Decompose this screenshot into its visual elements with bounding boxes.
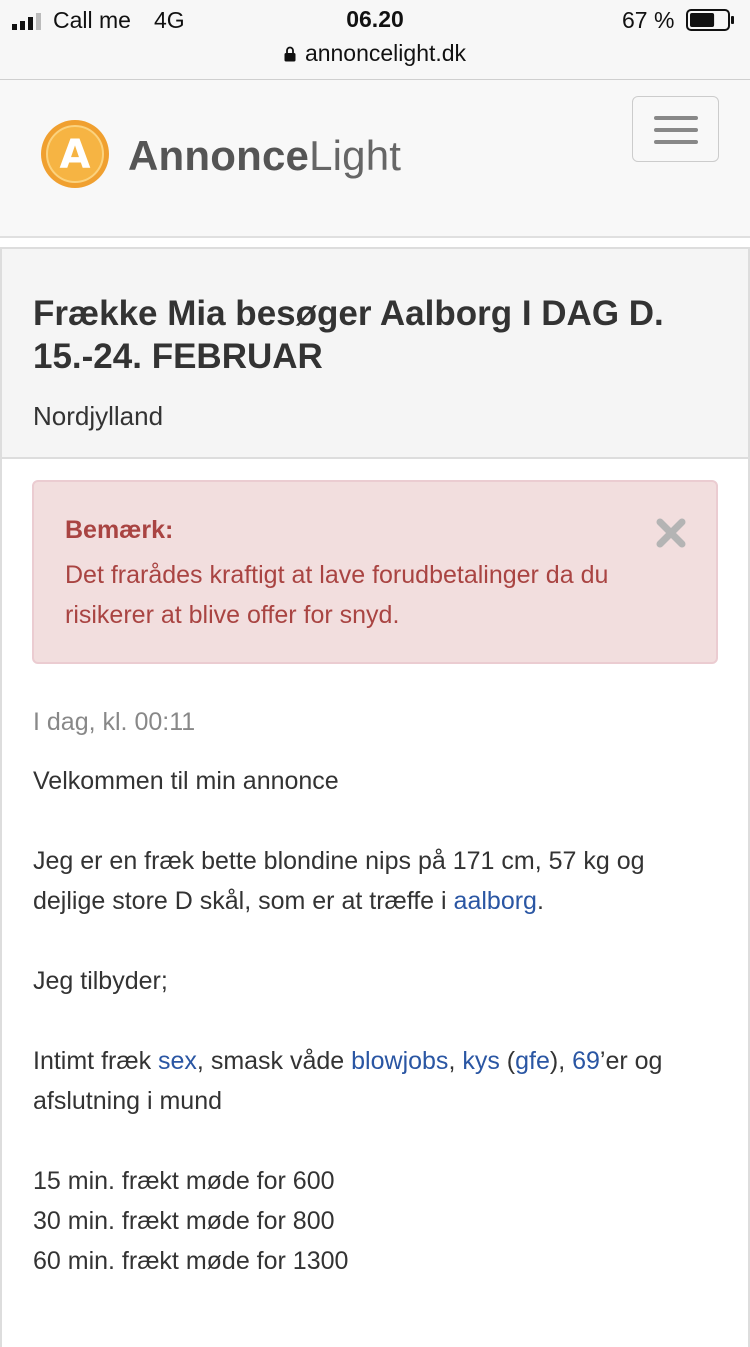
- price-line: 60 min. frækt møde for 1300: [33, 1247, 349, 1275]
- fraud-warning-alert: Bemærk: Det frarådes kraftigt at lave fo…: [32, 480, 718, 664]
- ad-region: Nordjylland: [33, 401, 164, 431]
- price-line: 15 min. frækt møde for 600: [33, 1167, 335, 1195]
- price-line: 30 min. frækt møde for 800: [33, 1207, 335, 1235]
- ad-panel: Frække Mia besøger Aalborg I DAG D. 15.-…: [0, 247, 750, 1347]
- site-logo-text[interactable]: AnnonceLight: [128, 132, 401, 180]
- ad-heading: Frække Mia besøger Aalborg I DAG D. 15.-…: [2, 249, 748, 459]
- intro-text: Jeg er en fræk bette blondine nips på 17…: [33, 847, 645, 915]
- logo-letter: A: [60, 132, 91, 178]
- 69-link[interactable]: 69: [572, 1047, 600, 1075]
- aalborg-link[interactable]: aalborg: [454, 887, 537, 915]
- lock-icon: [284, 46, 296, 62]
- alert-title: Bemærk:: [65, 516, 174, 544]
- kys-link[interactable]: kys: [462, 1047, 500, 1075]
- gfe-link[interactable]: gfe: [515, 1047, 550, 1075]
- sex-link[interactable]: sex: [158, 1047, 197, 1075]
- url-text: annoncelight.dk: [304, 40, 467, 66]
- services-text: ,: [448, 1047, 463, 1075]
- logo-light-part: Light: [309, 132, 402, 179]
- status-bar: Call me 4G 06.20 67 % annoncelight.dk: [0, 0, 750, 80]
- alert-message: Det frarådes kraftigt at lave forudbetal…: [65, 561, 609, 629]
- price-list: 15 min. frækt møde for 600 30 min. frækt…: [33, 1161, 723, 1281]
- posted-timestamp: I dag, kl. 00:11: [33, 708, 196, 736]
- site-header: A AnnonceLight: [0, 80, 750, 238]
- offers-heading: Jeg tilbyder;: [33, 967, 168, 995]
- close-icon[interactable]: [654, 516, 688, 550]
- services-text: (: [499, 1047, 516, 1075]
- blowjobs-link[interactable]: blowjobs: [351, 1047, 448, 1075]
- menu-toggle-button[interactable]: [632, 96, 719, 162]
- annoncelight-logo-icon[interactable]: A: [40, 119, 110, 189]
- intro-end: .: [536, 887, 544, 915]
- hamburger-icon: [654, 116, 698, 120]
- hamburger-icon-bar: [654, 140, 698, 144]
- ad-intro-paragraph: Jeg er en fræk bette blondine nips på 17…: [33, 841, 723, 921]
- services-text: Intimt fræk: [33, 1047, 159, 1075]
- logo-bold-part: Annonce: [128, 132, 310, 179]
- hamburger-icon-bar: [654, 128, 698, 132]
- ad-welcome-text: Velkommen til min annonce: [33, 767, 339, 795]
- battery-percentage: 67 %: [622, 7, 675, 33]
- services-text: ),: [549, 1047, 573, 1075]
- services-paragraph: Intimt fræk sex, smask våde blowjobs, ky…: [33, 1041, 723, 1121]
- services-text: , smask våde: [196, 1047, 352, 1075]
- address-bar[interactable]: annoncelight.dk: [0, 40, 750, 67]
- ad-title: Frække Mia besøger Aalborg I DAG D. 15.-…: [33, 294, 664, 376]
- battery-icon: [686, 9, 734, 31]
